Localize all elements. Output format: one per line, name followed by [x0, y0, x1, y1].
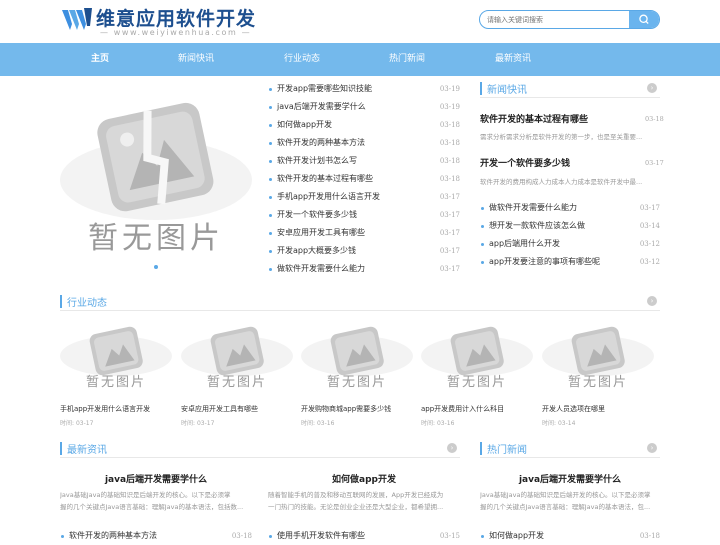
no-image-placeholder-icon: 暂无图片 — [60, 102, 252, 256]
card-title: 手机app开发用什么语言开发 — [60, 405, 151, 413]
feature-desc: 需求分析需求分析是软件开发的第一步，也是至关重要... — [480, 133, 643, 141]
no-image-placeholder-icon: 暂无图片 — [301, 326, 413, 390]
industry-card[interactable]: 暂无图片 开发人员选项在哪里 时间: 03-14 — [542, 320, 654, 430]
industry-card[interactable]: 暂无图片 开发购物商城app需要多少钱 时间: 03-16 — [301, 320, 413, 430]
nav-industry[interactable]: 行业动态 — [260, 43, 344, 76]
no-image-placeholder-icon: 暂无图片 — [181, 326, 293, 390]
svg-text:暂无图片: 暂无图片 — [447, 375, 507, 390]
list-item[interactable]: app开发要注意的事项有哪些呢 03-12 — [480, 253, 660, 271]
hot-news-header: 热门新闻 › — [480, 440, 660, 458]
latest-col2-title[interactable]: 如何做app开发 — [268, 472, 460, 485]
list-item[interactable]: java后端开发需要学什么 03-19 — [268, 98, 460, 116]
list-item[interactable]: 如何做app开发 03-18 — [480, 527, 660, 545]
industry-card[interactable]: 暂无图片 手机app开发用什么语言开发 时间: 03-17 — [60, 320, 172, 430]
section-title: 最新资讯 — [67, 445, 107, 456]
feature-date: 03-18 — [645, 115, 664, 123]
search-button[interactable] — [629, 11, 659, 28]
section-title: 行业动态 — [67, 298, 107, 309]
search-box — [479, 10, 660, 29]
no-image-placeholder-icon: 暂无图片 — [542, 326, 654, 390]
list-item[interactable]: 做软件开发需要什么能力 03-17 — [480, 199, 660, 217]
list-item[interactable]: 手机app开发用什么语言开发 03-17 — [268, 188, 460, 206]
main-nav: 主页 新闻快讯 行业动态 热门新闻 最新资讯 — [0, 43, 720, 76]
nav-latest[interactable]: 最新资讯 — [471, 43, 555, 76]
center-news-list: 开发app需要哪些知识技能 03-19 java后端开发需要学什么 03-19 如何… — [268, 80, 460, 278]
list-item[interactable]: 安卓应用开发工具有哪些 03-17 — [268, 224, 460, 242]
news-flash-list: 做软件开发需要什么能力 03-17 想开发一款软件应该怎么做 03-14 app后端… — [480, 199, 660, 271]
svg-text:暂无图片: 暂无图片 — [207, 375, 267, 390]
feature-title[interactable]: 软件开发的基本过程有哪些 — [480, 112, 588, 125]
no-image-placeholder-icon: 暂无图片 — [421, 326, 533, 390]
list-item[interactable]: 开发一个软件要多少钱 03-17 — [268, 206, 460, 224]
carousel-dot[interactable] — [154, 265, 158, 269]
header: 维意应用软件开发 — www.weiyiwenhua.com — — [0, 0, 720, 43]
industry-header: 行业动态 › — [60, 293, 660, 311]
news-flash-header: 新闻快讯 › — [480, 80, 660, 98]
list-item[interactable]: app后端用什么开发 03-12 — [480, 235, 660, 253]
industry-card[interactable]: 暂无图片 安卓应用开发工具有哪些 时间: 03-17 — [181, 320, 293, 430]
hot-news-desc: Java基础Java的基础知识是后端开发的核心。以下是必须掌 握的几个关键点Jav… — [480, 491, 651, 511]
svg-text:暂无图片: 暂无图片 — [88, 221, 224, 256]
list-item[interactable]: 开发app大概要多少钱 03-17 — [268, 242, 460, 260]
nav-home[interactable]: 主页 — [58, 43, 142, 76]
search-icon — [639, 14, 649, 24]
arrow-right-icon[interactable]: › — [447, 443, 457, 453]
feature-title[interactable]: 开发一个软件要多少钱 — [480, 156, 570, 169]
section-title: 新闻快讯 — [487, 85, 527, 96]
banner-image[interactable]: 暂无图片 — [60, 80, 252, 276]
arrow-right-icon[interactable]: › — [647, 83, 657, 93]
card-time: 时间: 03-17 — [181, 420, 215, 427]
list-item[interactable]: 使用手机开发软件有哪些 03-15 — [268, 527, 460, 545]
card-time: 时间: 03-17 — [60, 420, 94, 427]
list-item[interactable]: 软件开发的两种基本方法 03-18 — [60, 527, 252, 545]
latest-col2-desc: 随着智能手机的普及和移动互联网的发展，App开发已经成为 一门热门的技能。无论是创… — [268, 491, 444, 511]
latest-col1-list: 软件开发的两种基本方法 03-18 — [60, 527, 252, 545]
card-time: 时间: 03-16 — [421, 420, 455, 427]
card-title: app开发费用计入什么科目 — [421, 405, 505, 413]
site-subtitle: — www.weiyiwenhua.com — — [100, 28, 252, 37]
latest-col1-desc: Java基础Java的基础知识是后端开发的核心。以下是必须掌 握的几个关键点Jav… — [60, 491, 244, 511]
site-logo[interactable]: 维意应用软件开发 — www.weiyiwenhua.com — — [60, 4, 260, 38]
svg-text:暂无图片: 暂无图片 — [327, 375, 387, 390]
feature-desc: 软件开发的费用构成人力成本人力成本是软件开发中最... — [480, 178, 643, 186]
arrow-right-icon[interactable]: › — [647, 296, 657, 306]
latest-header: 最新资讯 › — [60, 440, 460, 458]
list-item[interactable]: 如何做app开发 03-18 — [268, 116, 460, 134]
industry-card[interactable]: 暂无图片 app开发费用计入什么科目 时间: 03-16 — [421, 320, 533, 430]
nav-hot-news[interactable]: 热门新闻 — [365, 43, 449, 76]
list-item[interactable]: 软件开发计划书怎么写 03-18 — [268, 152, 460, 170]
no-image-placeholder-icon: 暂无图片 — [60, 326, 172, 390]
list-item[interactable]: 软件开发的两种基本方法 03-18 — [268, 134, 460, 152]
hot-news-title[interactable]: java后端开发需要学什么 — [480, 472, 660, 485]
nav-news-flash[interactable]: 新闻快讯 — [154, 43, 238, 76]
svg-text:暂无图片: 暂无图片 — [86, 375, 146, 390]
card-title: 开发购物商城app需要多少钱 — [301, 405, 392, 413]
card-title: 安卓应用开发工具有哪些 — [181, 405, 258, 413]
latest-col1-title[interactable]: java后端开发需要学什么 — [60, 472, 252, 485]
latest-col2-list: 使用手机开发软件有哪些 03-15 — [268, 527, 460, 545]
list-item[interactable]: 软件开发的基本过程有哪些 03-18 — [268, 170, 460, 188]
search-input[interactable] — [480, 11, 630, 28]
site-title: 维意应用软件开发 — [96, 8, 257, 30]
section-title: 热门新闻 — [487, 445, 527, 456]
arrow-right-icon[interactable]: › — [647, 443, 657, 453]
feature-date: 03-17 — [645, 159, 664, 167]
card-time: 时间: 03-16 — [301, 420, 335, 427]
card-title: 开发人员选项在哪里 — [542, 405, 605, 413]
list-item[interactable]: 做软件开发需要什么能力 03-17 — [268, 260, 460, 278]
hot-news-list: 如何做app开发 03-18 — [480, 527, 660, 545]
card-time: 时间: 03-14 — [542, 420, 576, 427]
logo-icon — [62, 8, 92, 30]
list-item[interactable]: 想开发一款软件应该怎么做 03-14 — [480, 217, 660, 235]
svg-text:暂无图片: 暂无图片 — [568, 375, 628, 390]
list-item[interactable]: 开发app需要哪些知识技能 03-19 — [268, 80, 460, 98]
